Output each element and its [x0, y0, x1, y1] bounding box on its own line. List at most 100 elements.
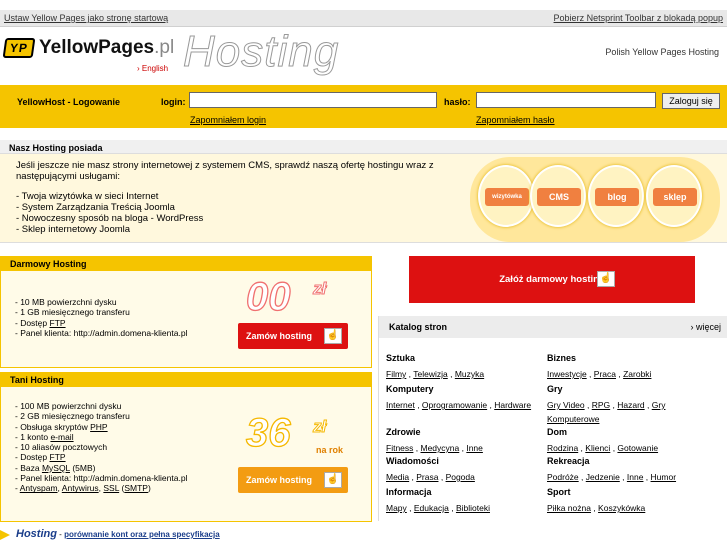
- login-bar: YellowHost - Logowanie login: hasło: Zal…: [0, 85, 727, 128]
- login-title: YellowHost - Logowanie: [17, 97, 121, 107]
- smtp-link[interactable]: SMTP: [124, 483, 148, 493]
- free-hosting-box: Darmowy Hosting - 10 MB powierzchni dysk…: [0, 256, 372, 368]
- category-link[interactable]: Muzyka: [455, 369, 484, 379]
- category-link[interactable]: Hardware: [494, 400, 531, 410]
- order-button-label: Zamów hosting: [246, 331, 312, 341]
- category-title[interactable]: Informacja: [386, 487, 546, 497]
- service-bubbles: wizytówka CMS blog sklep: [470, 157, 720, 242]
- category-title[interactable]: Wiadomości: [386, 456, 546, 466]
- bubble-card-icon: wizytówka: [478, 165, 534, 227]
- category-link[interactable]: Podróże: [547, 472, 579, 482]
- category-link[interactable]: Fitness: [386, 443, 413, 453]
- category-link[interactable]: Medycyna: [421, 443, 460, 453]
- login-button[interactable]: Zaloguj się: [662, 93, 720, 109]
- create-free-hosting-button[interactable]: Załóż darmowy hosting ☝: [409, 256, 695, 303]
- features-list: - Twoja wizytówka w sieci Internet - Sys…: [16, 191, 203, 235]
- category-link[interactable]: RPG: [592, 400, 610, 410]
- catalog-category: Dom Rodzina , Klienci , Gotowanie: [547, 427, 717, 455]
- category-link[interactable]: Gotowanie: [617, 443, 658, 453]
- bubble-label: CMS: [537, 188, 581, 206]
- category-link[interactable]: Humor: [651, 472, 677, 482]
- footer-title: Hosting - porównanie kont oraz pełna spe…: [16, 528, 220, 540]
- category-link[interactable]: Prasa: [416, 472, 438, 482]
- catalog-category: Komputery Internet , Oprogramowanie , Har…: [386, 384, 546, 412]
- forgot-login-link[interactable]: Zapomniałem login: [190, 115, 266, 125]
- list-item: - Dostęp FTP: [15, 452, 66, 463]
- mysql-link[interactable]: MySQL: [42, 463, 70, 473]
- category-link[interactable]: Filmy: [386, 369, 406, 379]
- password-input[interactable]: [476, 92, 656, 108]
- category-title[interactable]: Komputery: [386, 384, 546, 394]
- list-item: - 1 konto e-mail: [15, 431, 74, 442]
- list-item: - Obsługa skryptów PHP: [15, 421, 108, 432]
- category-title[interactable]: Sztuka: [386, 353, 546, 363]
- logo-text: YellowPages: [39, 37, 155, 58]
- bubble-label: wizytówka: [485, 188, 529, 206]
- category-link[interactable]: Piłka nożna: [547, 503, 591, 513]
- hosting-title: Hosting: [182, 27, 340, 77]
- category-link[interactable]: Pogoda: [446, 472, 475, 482]
- php-link[interactable]: PHP: [90, 422, 107, 432]
- category-link[interactable]: Rodzina: [547, 443, 578, 453]
- category-link[interactable]: Biblioteki: [456, 503, 490, 513]
- set-homepage-link[interactable]: Ustaw Yellow Pages jako stronę startową: [4, 13, 168, 23]
- antywirus-link[interactable]: Antywirus: [62, 483, 99, 493]
- free-hosting-list: - 10 MB powierzchni dysku - 1 GB miesięc…: [15, 297, 187, 338]
- free-price: 00: [245, 274, 291, 319]
- tagline: Polish Yellow Pages Hosting: [605, 47, 719, 57]
- category-link[interactable]: Media: [386, 472, 409, 482]
- ftp-link[interactable]: FTP: [50, 318, 66, 328]
- bubble-label: blog: [595, 188, 639, 206]
- category-link[interactable]: Hazard: [617, 400, 644, 410]
- category-title[interactable]: Biznes: [547, 353, 717, 363]
- category-link[interactable]: Inwestycje: [547, 369, 587, 379]
- yp-logo-icon: YP: [2, 38, 36, 58]
- category-title[interactable]: Dom: [547, 427, 717, 437]
- toolbar-download-link[interactable]: Pobierz Netsprint Toolbar z blokadą popu…: [554, 13, 723, 23]
- compare-accounts-link[interactable]: porównanie kont oraz pełna specyfikacja: [64, 530, 220, 539]
- login-label: login:: [161, 97, 186, 107]
- category-title[interactable]: Gry: [547, 384, 717, 394]
- category-link[interactable]: Gry Video: [547, 400, 585, 410]
- category-link[interactable]: Jedzenie: [586, 472, 620, 482]
- order-button-label: Zamów hosting: [246, 475, 312, 485]
- category-link[interactable]: Oprogramowanie: [422, 400, 487, 410]
- category-title[interactable]: Rekreacja: [547, 456, 717, 466]
- category-title[interactable]: Sport: [547, 487, 717, 497]
- order-free-button[interactable]: Zamów hosting ☝: [238, 323, 348, 349]
- category-title[interactable]: Zdrowie: [386, 427, 546, 437]
- list-item: - Panel klienta: http://admin.domena-kli…: [15, 327, 188, 338]
- forgot-password-link[interactable]: Zapomniałem hasło: [476, 115, 555, 125]
- category-link[interactable]: Mapy: [386, 503, 407, 513]
- ftp-link[interactable]: FTP: [50, 452, 66, 462]
- more-link[interactable]: › więcej: [690, 322, 721, 332]
- feature-item: - Twoja wizytówka w sieci Internet: [16, 191, 159, 202]
- category-link[interactable]: Telewizja: [413, 369, 448, 379]
- password-label: hasło:: [444, 97, 471, 107]
- category-link[interactable]: Praca: [594, 369, 616, 379]
- cheap-period: na rok: [316, 445, 344, 455]
- english-link[interactable]: › English: [137, 64, 168, 73]
- catalog-heading: Katalog stron › więcej: [379, 316, 727, 338]
- category-link[interactable]: Internet: [386, 400, 415, 410]
- catalog-category: Biznes Inwestycje , Praca , Zarobki: [547, 353, 717, 381]
- our-hosting-heading: Nasz Hosting posiada: [0, 140, 727, 154]
- order-cheap-button[interactable]: Zamów hosting ☝: [238, 467, 348, 493]
- antyspam-link[interactable]: Antyspam: [20, 483, 58, 493]
- ssl-link[interactable]: SSL: [103, 483, 119, 493]
- login-input[interactable]: [189, 92, 437, 108]
- catalog-title: Katalog stron: [389, 322, 448, 332]
- category-link[interactable]: Klienci: [585, 443, 610, 453]
- hand-cursor-icon: ☝: [324, 472, 342, 488]
- category-link[interactable]: Inne: [466, 443, 483, 453]
- category-link[interactable]: Edukacja: [414, 503, 449, 513]
- category-link[interactable]: Zarobki: [623, 369, 651, 379]
- category-link[interactable]: Inne: [627, 472, 644, 482]
- bubble-label: sklep: [653, 188, 697, 206]
- category-link[interactable]: Koszykówka: [598, 503, 645, 513]
- hand-cursor-icon: ☝: [324, 328, 342, 344]
- arrow-icon: [0, 530, 10, 540]
- email-link[interactable]: e-mail: [50, 432, 73, 442]
- site-logo[interactable]: YP YellowPages.pl: [2, 35, 174, 61]
- create-free-hosting-label: Załóż darmowy hosting: [499, 274, 605, 285]
